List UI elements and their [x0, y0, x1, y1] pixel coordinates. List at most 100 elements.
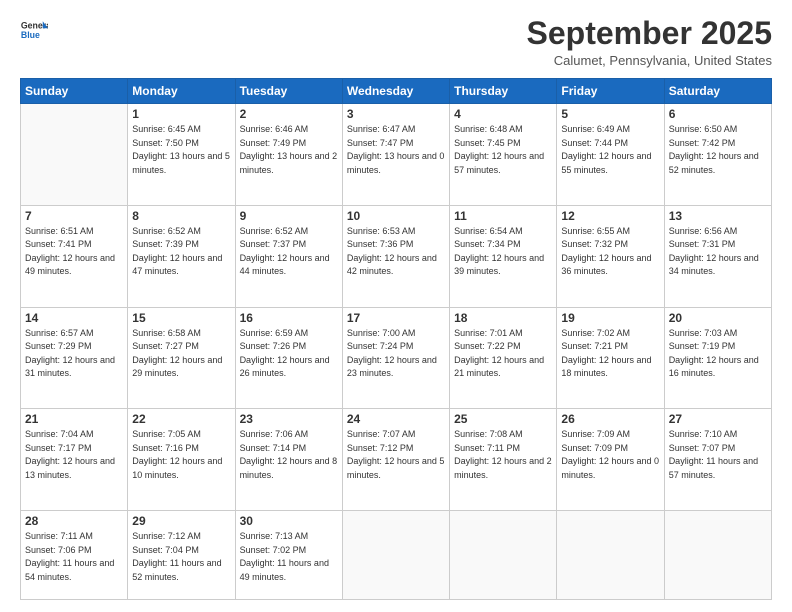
daylight-text: Daylight: 12 hours and 13 minutes.	[25, 456, 115, 480]
day-cell: 6Sunrise: 6:50 AMSunset: 7:42 PMDaylight…	[664, 104, 771, 206]
day-cell: 8Sunrise: 6:52 AMSunset: 7:39 PMDaylight…	[128, 205, 235, 307]
sunrise-text: Sunrise: 6:55 AM	[561, 226, 630, 236]
logo: General Blue	[20, 16, 48, 44]
sunset-text: Sunset: 7:07 PM	[669, 443, 736, 453]
sunrise-text: Sunrise: 7:01 AM	[454, 328, 523, 338]
sunrise-text: Sunrise: 7:09 AM	[561, 429, 630, 439]
day-number: 23	[240, 412, 338, 426]
day-cell: 4Sunrise: 6:48 AMSunset: 7:45 PMDaylight…	[450, 104, 557, 206]
daylight-text: Daylight: 12 hours and 0 minutes.	[561, 456, 659, 480]
daylight-text: Daylight: 12 hours and 8 minutes.	[240, 456, 338, 480]
day-number: 8	[132, 209, 230, 223]
day-number: 17	[347, 311, 445, 325]
daylight-text: Daylight: 12 hours and 2 minutes.	[454, 456, 552, 480]
week-row-2: 14Sunrise: 6:57 AMSunset: 7:29 PMDayligh…	[21, 307, 772, 409]
day-cell: 26 Sunrise: 7:09 AM Sunset: 7:09 PM Dayligh…	[557, 409, 664, 511]
sunrise-text: Sunrise: 6:59 AM	[240, 328, 309, 338]
daylight-text: Daylight: 12 hours and 31 minutes.	[25, 355, 115, 379]
day-number: 13	[669, 209, 767, 223]
header-sunday: Sunday	[21, 79, 128, 104]
week-row-3: 21Sunrise: 7:04 AMSunset: 7:17 PMDayligh…	[21, 409, 772, 511]
day-info: Sunrise: 7:01 AMSunset: 7:22 PMDaylight:…	[454, 327, 552, 381]
day-cell	[450, 511, 557, 600]
day-cell: 11 Sunrise: 6:54 AM Sunset: 7:34 PM Dayligh…	[450, 205, 557, 307]
sunset-text: Sunset: 7:24 PM	[347, 341, 414, 351]
day-info: Sunrise: 7:00 AM Sunset: 7:24 PM Daylight:…	[347, 327, 445, 381]
sunrise-text: Sunrise: 7:06 AM	[240, 429, 309, 439]
day-number: 26	[561, 412, 659, 426]
day-number: 30	[240, 514, 338, 528]
sunset-text: Sunset: 7:09 PM	[561, 443, 628, 453]
daylight-text: Daylight: 11 hours and 52 minutes.	[132, 558, 221, 582]
day-cell: 15Sunrise: 6:58 AMSunset: 7:27 PMDayligh…	[128, 307, 235, 409]
sunrise-text: Sunrise: 7:05 AM	[132, 429, 201, 439]
daylight-text: Daylight: 12 hours and 5 minutes.	[347, 456, 445, 480]
day-number: 11	[454, 209, 552, 223]
sunrise-text: Sunrise: 6:51 AM	[25, 226, 94, 236]
daylight-text: Daylight: 12 hours and 16 minutes.	[669, 355, 759, 379]
daylight-text: Daylight: 12 hours and 57 minutes.	[454, 151, 544, 175]
day-info: Sunrise: 7:07 AMSunset: 7:12 PMDaylight:…	[347, 428, 445, 482]
sunset-text: Sunset: 7:21 PM	[561, 341, 628, 351]
day-cell: 29 Sunrise: 7:12 AMSunset: 7:04 PMDayligh…	[128, 511, 235, 600]
daylight-text: Daylight: 13 hours and 0 minutes.	[347, 151, 445, 175]
day-number: 20	[669, 311, 767, 325]
day-cell: 30 Sunrise: 7:13 AMSunset: 7:02 PMDayligh…	[235, 511, 342, 600]
day-cell: 3 Sunrise: 6:47 AMSunset: 7:47 PMDaylight…	[342, 104, 449, 206]
logo-icon: General Blue	[20, 16, 48, 44]
day-number: 24	[347, 412, 445, 426]
day-info: Sunrise: 6:48 AMSunset: 7:45 PMDaylight:…	[454, 123, 552, 177]
daylight-text: Daylight: 12 hours and 10 minutes.	[132, 456, 222, 480]
sunrise-text: Sunrise: 6:54 AM	[454, 226, 523, 236]
sunset-text: Sunset: 7:31 PM	[669, 239, 736, 249]
day-number: 14	[25, 311, 123, 325]
day-info: Sunrise: 6:49 AMSunset: 7:44 PMDaylight:…	[561, 123, 659, 177]
day-number: 3	[347, 107, 445, 121]
day-cell: 7Sunrise: 6:51 AMSunset: 7:41 PMDaylight…	[21, 205, 128, 307]
day-info: Sunrise: 6:52 AMSunset: 7:39 PMDaylight:…	[132, 225, 230, 279]
sunrise-text: Sunrise: 6:56 AM	[669, 226, 738, 236]
sunset-text: Sunset: 7:26 PM	[240, 341, 307, 351]
day-cell: 19Sunrise: 7:02 AMSunset: 7:21 PMDayligh…	[557, 307, 664, 409]
daylight-text: Daylight: 12 hours and 34 minutes.	[669, 253, 759, 277]
day-info: Sunrise: 7:05 AMSunset: 7:16 PMDaylight:…	[132, 428, 230, 482]
day-info: Sunrise: 7:12 AMSunset: 7:04 PMDaylight:…	[132, 530, 230, 584]
sunset-text: Sunset: 7:34 PM	[454, 239, 521, 249]
daylight-text: Daylight: 12 hours and 52 minutes.	[669, 151, 759, 175]
sunset-text: Sunset: 7:49 PM	[240, 138, 307, 148]
sunrise-text: Sunrise: 7:00 AM	[347, 328, 416, 338]
day-cell: 13 Sunrise: 6:56 AM Sunset: 7:31 PM Dayligh…	[664, 205, 771, 307]
sunset-text: Sunset: 7:22 PM	[454, 341, 521, 351]
day-number: 27	[669, 412, 767, 426]
day-cell: 22Sunrise: 7:05 AMSunset: 7:16 PMDayligh…	[128, 409, 235, 511]
day-cell: 5Sunrise: 6:49 AMSunset: 7:44 PMDaylight…	[557, 104, 664, 206]
sunset-text: Sunset: 7:39 PM	[132, 239, 199, 249]
header-tuesday: Tuesday	[235, 79, 342, 104]
sunrise-text: Sunrise: 6:52 AM	[132, 226, 201, 236]
day-info: Sunrise: 7:13 AMSunset: 7:02 PMDaylight:…	[240, 530, 338, 584]
day-info: Sunrise: 6:50 AMSunset: 7:42 PMDaylight:…	[669, 123, 767, 177]
day-info: Sunrise: 7:11 AMSunset: 7:06 PMDaylight:…	[25, 530, 123, 584]
daylight-text: Daylight: 12 hours and 29 minutes.	[132, 355, 222, 379]
day-number: 25	[454, 412, 552, 426]
header-saturday: Saturday	[664, 79, 771, 104]
sunrise-text: Sunrise: 6:50 AM	[669, 124, 738, 134]
day-info: Sunrise: 6:55 AMSunset: 7:32 PMDaylight:…	[561, 225, 659, 279]
sunrise-text: Sunrise: 6:46 AM	[240, 124, 309, 134]
daylight-text: Daylight: 11 hours and 54 minutes.	[25, 558, 114, 582]
header: General Blue September 2025 Calumet, Pen…	[20, 16, 772, 68]
daylight-text: Daylight: 12 hours and 18 minutes.	[561, 355, 651, 379]
sunset-text: Sunset: 7:14 PM	[240, 443, 307, 453]
day-cell: 12Sunrise: 6:55 AMSunset: 7:32 PMDayligh…	[557, 205, 664, 307]
sunrise-text: Sunrise: 6:48 AM	[454, 124, 523, 134]
sunrise-text: Sunrise: 6:57 AM	[25, 328, 94, 338]
daylight-text: Daylight: 12 hours and 23 minutes.	[347, 355, 437, 379]
sunrise-text: Sunrise: 6:58 AM	[132, 328, 201, 338]
sunset-text: Sunset: 7:27 PM	[132, 341, 199, 351]
daylight-text: Daylight: 12 hours and 39 minutes.	[454, 253, 544, 277]
day-number: 29	[132, 514, 230, 528]
day-cell: 23 Sunrise: 7:06 AM Sunset: 7:14 PM Dayligh…	[235, 409, 342, 511]
day-info: Sunrise: 6:47 AMSunset: 7:47 PMDaylight:…	[347, 123, 445, 177]
daylight-text: Daylight: 12 hours and 42 minutes.	[347, 253, 437, 277]
day-cell: 21Sunrise: 7:04 AMSunset: 7:17 PMDayligh…	[21, 409, 128, 511]
